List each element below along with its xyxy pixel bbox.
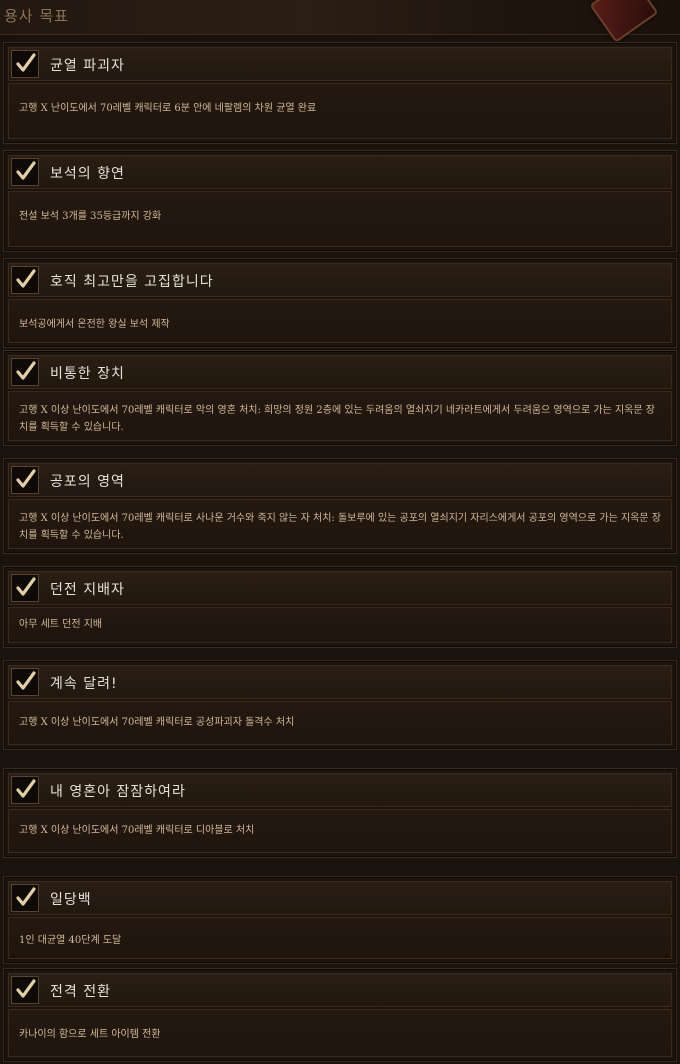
achievement-item[interactable]: 계속 달려! 고행 X 이상 난이도에서 70레벨 캐릭터로 공성파괴자 돌격수…: [3, 660, 677, 750]
completed-checkbox: [11, 50, 39, 78]
achievement-item[interactable]: 일당백 1인 대균열 40단계 도달: [3, 876, 677, 964]
checkmark-icon: [16, 269, 36, 288]
window-header: 용사 목표: [0, 0, 680, 43]
achievement-description-box: 카나이의 함으로 세트 아이템 전환: [8, 1009, 672, 1057]
achievement-title-row: 비통한 장치: [8, 355, 672, 389]
checkmark-icon: [16, 469, 36, 488]
achievement-item[interactable]: 비통한 장치 고행 X 이상 난이도에서 70레벨 캐릭터로 악의 영혼 처치:…: [3, 350, 677, 446]
achievement-description: 고행 X 이상 난이도에서 70레벨 캐릭터로 디아블로 처치: [19, 825, 255, 836]
completed-checkbox: [11, 668, 39, 696]
achievement-title-row: 보석의 향연: [8, 155, 672, 189]
achievement-item[interactable]: 보석의 향연 전설 보석 3개를 35등급까지 강화: [3, 150, 677, 252]
achievement-title-row: 일당백: [8, 881, 672, 915]
achievement-item[interactable]: 균열 파괴자 고행 X 난이도에서 70레벨 캐릭터로 6분 안에 네팔렘의 차…: [3, 42, 677, 144]
achievement-title: 계속 달려!: [50, 676, 118, 692]
checkmark-icon: [16, 361, 36, 380]
checkmark-icon: [16, 671, 36, 690]
achievement-title: 균열 파괴자: [50, 58, 125, 74]
completed-checkbox: [11, 158, 39, 186]
achievement-title-row: 균열 파괴자: [8, 47, 672, 81]
checkmark-icon: [16, 577, 36, 596]
achievement-description: 카나이의 함으로 세트 아이템 전환: [19, 1029, 161, 1040]
checkmark-icon: [16, 979, 36, 998]
achievement-description-box: 고행 X 이상 난이도에서 70레벨 캐릭터로 디아블로 처치: [8, 809, 672, 853]
achievement-description-box: 고행 X 이상 난이도에서 70레벨 캐릭터로 공성파괴자 돌격수 처치: [8, 701, 672, 745]
achievement-description: 1인 대균열 40단계 도달: [19, 935, 122, 946]
completed-checkbox: [11, 358, 39, 386]
achievement-description-box: 고행 X 난이도에서 70레벨 캐릭터로 6분 안에 네팔렘의 차원 균열 완료: [8, 83, 672, 139]
achievement-title: 던전 지배자: [50, 582, 125, 598]
achievement-description-box: 보석공에게서 온전한 왕실 보석 제작: [8, 299, 672, 343]
achievement-title-row: 계속 달려!: [8, 665, 672, 699]
completed-checkbox: [11, 976, 39, 1004]
completed-checkbox: [11, 266, 39, 294]
achievement-description-box: 1인 대균열 40단계 도달: [8, 917, 672, 959]
achievement-description-box: 전설 보석 3개를 35등급까지 강화: [8, 191, 672, 247]
achievement-item[interactable]: 호직 최고만을 고집합니다 보석공에게서 온전한 왕실 보석 제작: [3, 258, 677, 348]
achievement-title: 호직 최고만을 고집합니다: [50, 274, 214, 290]
achievement-title: 일당백: [50, 892, 92, 908]
achievement-title: 공포의 영역: [50, 474, 125, 490]
checkmark-icon: [16, 887, 36, 906]
achievement-title: 전격 전환: [50, 984, 111, 1000]
achievement-description: 고행 X 이상 난이도에서 70레벨 캐릭터로 공성파괴자 돌격수 처치: [19, 717, 295, 728]
achievement-title-row: 던전 지배자: [8, 571, 672, 605]
emblem-icon: [589, 0, 659, 43]
completed-checkbox: [11, 776, 39, 804]
completed-checkbox: [11, 466, 39, 494]
achievement-title: 비통한 장치: [50, 366, 125, 382]
checkmark-icon: [16, 161, 36, 180]
achievement-description-box: 고행 X 이상 난이도에서 70레벨 캐릭터로 사나운 거수와 죽지 않는 자 …: [8, 499, 672, 549]
achievement-description: 고행 X 난이도에서 70레벨 캐릭터로 6분 안에 네팔렘의 차원 균열 완료: [19, 103, 317, 114]
achievement-title: 보석의 향연: [50, 166, 125, 182]
achievement-title-row: 전격 전환: [8, 973, 672, 1007]
achievement-item[interactable]: 내 영혼아 잠잠하여라 고행 X 이상 난이도에서 70레벨 캐릭터로 디아블로…: [3, 768, 677, 858]
achievement-description: 아무 세트 던전 지배: [19, 619, 103, 630]
achievement-description: 전설 보석 3개를 35등급까지 강화: [19, 211, 162, 222]
page-title: 용사 목표: [4, 7, 69, 25]
achievement-title-row: 내 영혼아 잠잠하여라: [8, 773, 672, 807]
achievement-title-row: 공포의 영역: [8, 463, 672, 497]
achievement-description: 고행 X 이상 난이도에서 70레벨 캐릭터로 사나운 거수와 죽지 않는 자 …: [19, 513, 661, 541]
achievement-item[interactable]: 던전 지배자 아무 세트 던전 지배: [3, 566, 677, 648]
achievement-item[interactable]: 전격 전환 카나이의 함으로 세트 아이템 전환: [3, 968, 677, 1062]
achievement-item[interactable]: 공포의 영역 고행 X 이상 난이도에서 70레벨 캐릭터로 사나운 거수와 죽…: [3, 458, 677, 554]
achievement-description: 고행 X 이상 난이도에서 70레벨 캐릭터로 악의 영혼 처치: 희망의 정원…: [19, 405, 655, 433]
checkmark-icon: [16, 779, 36, 798]
achievement-description: 보석공에게서 온전한 왕실 보석 제작: [19, 319, 170, 330]
achievement-title-row: 호직 최고만을 고집합니다: [8, 263, 672, 297]
achievement-title: 내 영혼아 잠잠하여라: [50, 784, 186, 800]
completed-checkbox: [11, 884, 39, 912]
achievement-description-box: 고행 X 이상 난이도에서 70레벨 캐릭터로 악의 영혼 처치: 희망의 정원…: [8, 391, 672, 441]
checkmark-icon: [16, 53, 36, 72]
completed-checkbox: [11, 574, 39, 602]
achievement-description-box: 아무 세트 던전 지배: [8, 607, 672, 643]
